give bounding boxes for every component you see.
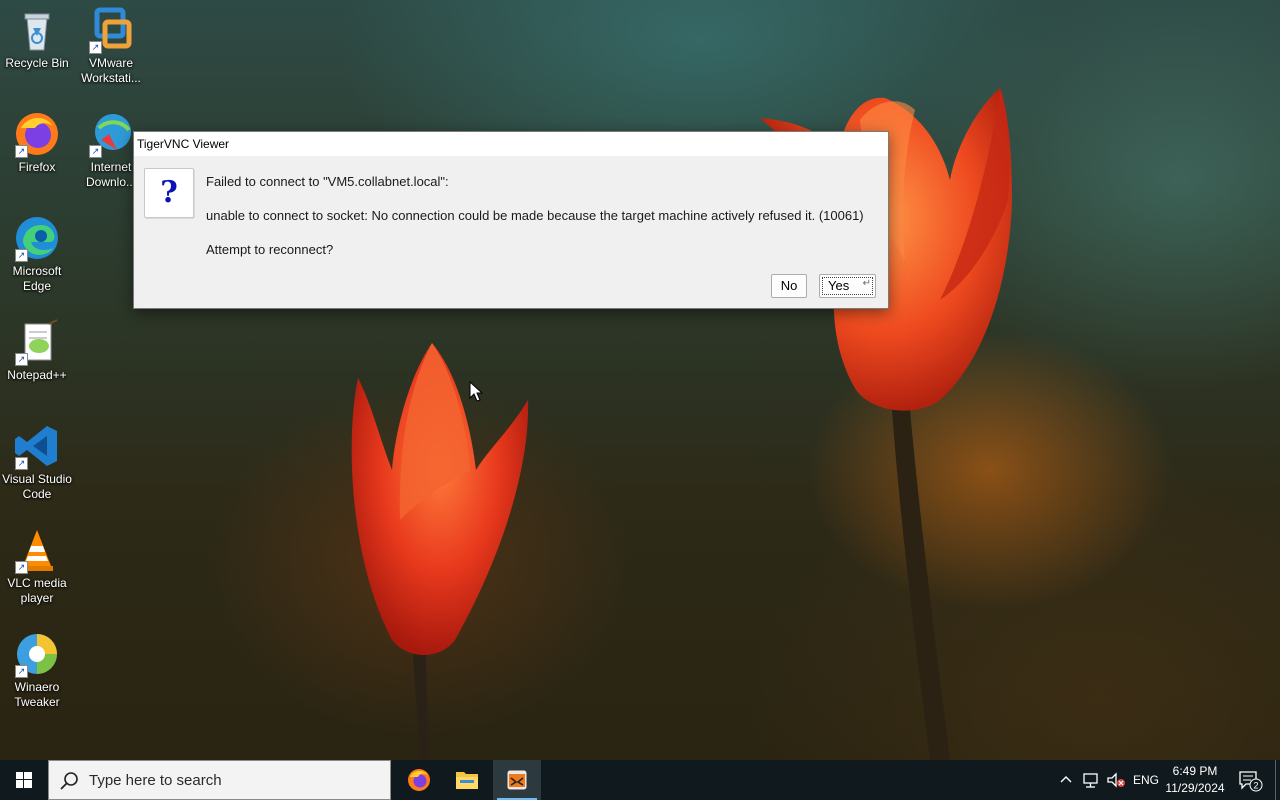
notification-center-icon[interactable]: 2	[1238, 770, 1264, 792]
desktop-icon-label: Firefox	[18, 160, 56, 174]
desktop-icon-label: VLC media player	[7, 576, 67, 605]
show-desktop-button[interactable]	[1275, 760, 1276, 800]
dialog-title: TigerVNC Viewer	[137, 137, 230, 151]
shortcut-arrow-icon: ↗	[89, 41, 102, 54]
chevron-up-icon[interactable]	[1059, 772, 1073, 788]
recycle-bin-icon	[13, 6, 61, 54]
vscode-icon: ↗	[13, 422, 61, 470]
tulip-wallpaper-art	[351, 88, 1012, 760]
tigervnc-reconnect-dialog: TigerVNC Viewer ? Failed to connect to "…	[133, 131, 889, 309]
winaero-tweaker-icon: ↗	[13, 630, 61, 678]
volume-muted-icon[interactable]	[1106, 772, 1126, 788]
desktop-icon-vlc[interactable]: ↗ VLC media player	[0, 526, 74, 606]
shortcut-arrow-icon: ↗	[15, 249, 28, 262]
taskbar: Type here to search ENG 6:49 PM 11/29/20…	[0, 760, 1280, 800]
shortcut-arrow-icon: ↗	[15, 145, 28, 158]
vmware-icon: ↗	[87, 6, 135, 54]
start-button[interactable]	[0, 760, 48, 800]
language-indicator[interactable]: ENG	[1133, 760, 1159, 800]
clock[interactable]: 6:49 PM 11/29/2024	[1160, 763, 1230, 797]
desktop-icon-label: Microsoft Edge	[12, 264, 62, 293]
mouse-cursor-icon	[469, 381, 483, 402]
internet-download-manager-icon: ↗	[87, 110, 135, 158]
notepadpp-icon: ↗	[13, 318, 61, 366]
notification-count: 2	[1253, 781, 1258, 791]
desktop-icon-microsoft-edge[interactable]: ↗ Microsoft Edge	[0, 214, 74, 294]
desktop-icon-firefox[interactable]: ↗ Firefox	[0, 110, 74, 175]
vlc-icon: ↗	[13, 526, 61, 574]
desktop-icon-label: Notepad++	[7, 368, 67, 382]
desktop-icon-label: VMware Workstati...	[81, 56, 141, 85]
no-button[interactable]: No	[771, 274, 807, 298]
dialog-message-line1: Failed to connect to "VM5.collabnet.loca…	[206, 174, 449, 189]
dialog-message-line2: unable to connect to socket: No connecti…	[206, 208, 864, 223]
desktop-icon-label: Recycle Bin	[5, 56, 69, 70]
taskbar-app-tigervnc[interactable]	[493, 760, 541, 800]
firefox-icon	[408, 769, 430, 791]
desktop-icon-label: Visual Studio Code	[2, 472, 72, 501]
yes-button[interactable]: Yes ↵	[819, 274, 876, 298]
search-placeholder: Type here to search	[89, 772, 222, 789]
shortcut-arrow-icon: ↗	[15, 353, 28, 366]
edge-icon: ↗	[13, 214, 61, 262]
taskbar-app-file-explorer[interactable]	[443, 760, 491, 800]
shortcut-arrow-icon: ↗	[89, 145, 102, 158]
search-icon	[60, 772, 78, 790]
shortcut-arrow-icon: ↗	[15, 457, 28, 470]
desktop-icon-winaero-tweaker[interactable]: ↗ Winaero Tweaker	[0, 630, 74, 710]
desktop-wallpaper: Recycle Bin ↗ VMware Workstati... ↗ Fire…	[0, 0, 1280, 760]
dialog-message-line3: Attempt to reconnect?	[206, 242, 334, 257]
clock-date: 11/29/2024	[1165, 781, 1225, 795]
dialog-titlebar[interactable]: TigerVNC Viewer	[134, 132, 888, 156]
desktop-icon-vmware[interactable]: ↗ VMware Workstati...	[74, 6, 148, 86]
yes-button-label: Yes	[828, 278, 850, 293]
no-button-label: No	[780, 278, 798, 293]
desktop-icon-vscode[interactable]: ↗ Visual Studio Code	[0, 422, 74, 502]
taskbar-app-firefox[interactable]	[395, 760, 443, 800]
clock-time: 6:49 PM	[1172, 764, 1218, 778]
shortcut-arrow-icon: ↗	[15, 561, 28, 574]
desktop-icon-label: Winaero Tweaker	[14, 680, 60, 709]
taskbar-search-box[interactable]: Type here to search	[48, 760, 391, 800]
folder-icon	[456, 772, 478, 789]
return-key-icon: ↵	[862, 278, 871, 289]
desktop-icon-notepadpp[interactable]: ↗ Notepad++	[0, 318, 74, 383]
question-icon: ?	[144, 168, 194, 218]
desktop-icon-recycle-bin[interactable]: Recycle Bin	[0, 6, 74, 71]
firefox-icon: ↗	[13, 110, 61, 158]
windows-logo-icon	[16, 772, 32, 788]
network-icon[interactable]	[1082, 772, 1100, 788]
shortcut-arrow-icon: ↗	[15, 665, 28, 678]
tigervnc-icon	[506, 769, 528, 791]
